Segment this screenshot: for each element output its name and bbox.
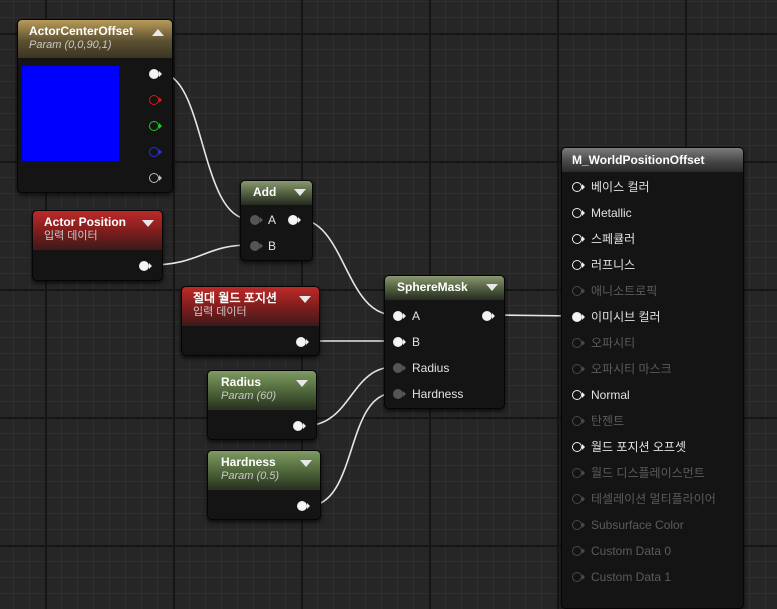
material-input-pin[interactable] [572,572,585,582]
material-pin-label: 오파시티 [591,336,636,350]
material-pin-label: 오파시티 마스크 [591,362,672,376]
output-pin[interactable] [139,261,152,271]
input-pin-b[interactable] [250,241,263,251]
expand-arrow-icon[interactable] [294,189,306,196]
pin-label-a: A [268,213,277,227]
material-pin-label: 테셀레이션 멀티플라이어 [591,492,716,506]
input-pin-radius[interactable] [393,363,406,373]
node-title: Radius [221,375,262,389]
material-pin-label: 탄젠트 [591,414,625,428]
node-subtitle: 입력 데이터 [44,230,98,242]
actor-center-offset-node[interactable]: ActorCenterOffset Param (0,0,90,1) [17,19,173,193]
actor-center-offset-header[interactable]: ActorCenterOffset Param (0,0,90,1) [18,20,172,58]
sphere-mask-node[interactable]: SphereMask A B Radius Hardness [384,275,505,409]
collapse-arrow-icon[interactable] [152,29,164,36]
material-pin-label: 이미시브 컬러 [591,310,661,324]
material-pin-label: 러프니스 [591,258,636,272]
node-title: Add [253,185,277,199]
node-subtitle: Param (0,0,90,1) [29,39,112,51]
output-pin-a[interactable] [149,173,162,183]
material-pin-label: 애니소트로픽 [591,284,658,298]
material-input-pin[interactable] [572,312,585,322]
material-input-pin[interactable] [572,546,585,556]
output-pin[interactable] [288,215,301,225]
input-pin-a[interactable] [393,311,406,321]
material-pin-label: 베이스 컬러 [591,180,650,194]
node-title: M_WorldPositionOffset [572,153,705,167]
material-pin-label: Custom Data 1 [591,570,672,584]
wire-actor-position-to-add-b [149,244,250,266]
material-pin-label: 월드 디스플레이스먼트 [591,466,705,480]
input-pin-hardness[interactable] [393,389,406,399]
material-pin-label: Subsurface Color [591,518,684,532]
material-input-pin[interactable] [572,468,585,478]
node-title: Hardness [221,455,276,469]
pin-label-b: B [268,239,277,253]
absolute-world-position-node[interactable]: 절대 월드 포지션 입력 데이터 [181,286,320,356]
material-input-pin[interactable] [572,338,585,348]
node-subtitle: Param (0.5) [221,470,280,482]
node-title: 절대 월드 포지션 [193,291,277,305]
material-pin-label: Normal [591,388,630,402]
material-result-node[interactable]: M_WorldPositionOffset 베이스 컬러 Metallic 스페큘러… [561,147,744,609]
output-pin-b[interactable] [149,147,162,157]
output-pin[interactable] [297,501,310,511]
node-title: SphereMask [397,280,468,294]
pin-label-b: B [412,335,421,349]
output-pin[interactable] [296,337,309,347]
material-input-pin[interactable] [572,442,585,452]
wire-radius-to-spheremask-radius [303,366,395,427]
input-pin-a[interactable] [250,215,263,225]
material-input-pin[interactable] [572,364,585,374]
actor-position-header[interactable]: Actor Position 입력 데이터 [33,211,162,250]
pin-label-radius: Radius [412,361,450,375]
material-input-pin[interactable] [572,494,585,504]
material-input-pin[interactable] [572,390,585,400]
wire-actor-center-offset-to-add-a [159,72,250,220]
material-input-pin[interactable] [572,260,585,270]
node-title: Actor Position [44,215,127,229]
hardness-param-node[interactable]: Hardness Param (0.5) [207,450,321,520]
actor-position-node[interactable]: Actor Position 입력 데이터 [32,210,163,281]
color-swatch [22,66,119,161]
material-input-pin[interactable] [572,520,585,530]
expand-arrow-icon[interactable] [296,380,308,387]
radius-param-node[interactable]: Radius Param (60) [207,370,317,440]
material-pin-label: 스페큘러 [591,232,636,246]
output-pin-g[interactable] [149,121,162,131]
sphere-mask-header[interactable]: SphereMask [385,276,504,300]
expand-arrow-icon[interactable] [300,460,312,467]
input-pin-b[interactable] [393,337,406,347]
pin-label-a: A [412,309,421,323]
material-input-pin[interactable] [572,208,585,218]
add-node[interactable]: Add A B [240,180,313,261]
pin-label-hardness: Hardness [412,387,464,401]
material-pin-label: Metallic [591,206,632,220]
material-pin-label: Custom Data 0 [591,544,672,558]
radius-header[interactable]: Radius Param (60) [208,371,316,410]
expand-arrow-icon[interactable] [142,220,154,227]
expand-arrow-icon[interactable] [486,284,498,291]
hardness-header[interactable]: Hardness Param (0.5) [208,451,320,490]
material-input-pin[interactable] [572,416,585,426]
node-title: ActorCenterOffset [29,24,134,38]
material-input-pin[interactable] [572,182,585,192]
node-subtitle: Param (60) [221,390,277,402]
add-header[interactable]: Add [241,181,312,205]
output-pin[interactable] [293,421,306,431]
material-header[interactable]: M_WorldPositionOffset [562,148,743,172]
output-pin[interactable] [482,311,495,321]
material-input-pin[interactable] [572,234,585,244]
expand-arrow-icon[interactable] [299,296,311,303]
material-input-pin[interactable] [572,286,585,296]
node-subtitle: 입력 데이터 [193,306,247,318]
output-pin-r[interactable] [149,95,162,105]
absolute-world-position-header[interactable]: 절대 월드 포지션 입력 데이터 [182,287,319,326]
output-pin-rgba[interactable] [149,69,162,79]
material-pin-label: 월드 포지션 오프셋 [591,440,686,454]
